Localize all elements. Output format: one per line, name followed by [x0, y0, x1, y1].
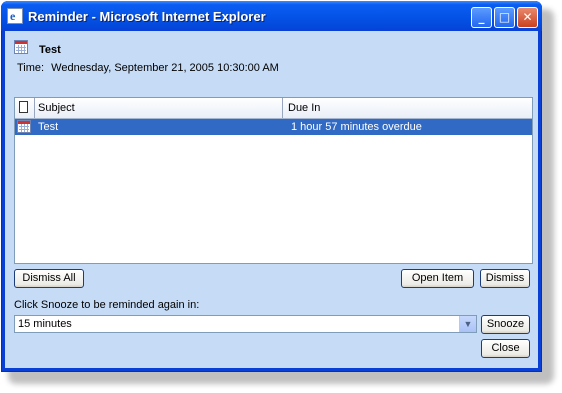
row-due-in: 1 hour 57 minutes overdue: [291, 121, 422, 133]
snooze-interval-select[interactable]: 15 minutes ▼: [14, 315, 477, 333]
title-bar[interactable]: e Reminder - Microsoft Internet Explorer…: [1, 1, 542, 31]
dismiss-button[interactable]: Dismiss: [480, 269, 530, 288]
calendar-icon: [17, 120, 31, 133]
dialog-body: Test Time: Wednesday, September 21, 2005…: [5, 31, 538, 368]
calendar-icon: [14, 40, 28, 54]
row-subject: Test: [38, 121, 59, 133]
window-title: Reminder - Microsoft Internet Explorer: [28, 9, 266, 24]
dismiss-all-button[interactable]: Dismiss All: [14, 269, 84, 288]
minimize-button[interactable]: _: [471, 7, 492, 28]
time-label: Time:: [17, 62, 45, 74]
ie-page-icon: e: [7, 8, 23, 24]
snooze-label: Click Snooze to be reminded again in:: [14, 299, 200, 311]
close-button[interactable]: Close: [481, 339, 530, 358]
list-item[interactable]: Test 1 hour 57 minutes overdue: [15, 119, 532, 135]
list-header: Subject Due In: [15, 98, 532, 119]
close-window-button[interactable]: ✕: [517, 7, 538, 28]
reminder-subject: Test: [39, 44, 61, 56]
document-icon: [19, 101, 28, 113]
open-item-button[interactable]: Open Item: [401, 269, 474, 288]
time-value: Wednesday, September 21, 2005 10:30:00 A…: [51, 62, 279, 74]
column-header-subject[interactable]: Subject: [35, 98, 283, 118]
snooze-interval-value: 15 minutes: [18, 318, 72, 330]
reminder-time: Time: Wednesday, September 21, 2005 10:3…: [17, 62, 279, 74]
maximize-button[interactable]: □: [494, 7, 515, 28]
column-header-due-in[interactable]: Due In: [284, 98, 532, 118]
reminder-list[interactable]: Subject Due In Test 1 hour 57 minutes ov…: [14, 97, 533, 264]
column-header-icon[interactable]: [15, 98, 35, 118]
reminder-window: e Reminder - Microsoft Internet Explorer…: [1, 1, 542, 372]
chevron-down-icon[interactable]: ▼: [459, 316, 476, 332]
snooze-button[interactable]: Snooze: [481, 315, 530, 334]
